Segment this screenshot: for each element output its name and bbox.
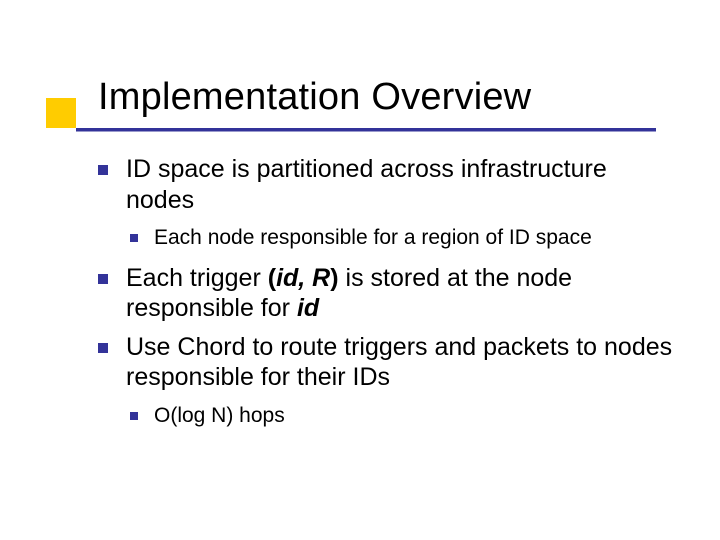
bullet-level1: Use Chord to route triggers and packets … bbox=[98, 332, 674, 393]
bullet-level1: ID space is partitioned across infrastru… bbox=[98, 154, 674, 215]
title-rule-shadow bbox=[76, 131, 656, 132]
square-bullet-icon bbox=[98, 274, 108, 284]
paren-open: ( bbox=[268, 264, 276, 292]
slide-content: ID space is partitioned across infrastru… bbox=[98, 154, 674, 440]
square-bullet-icon bbox=[98, 165, 108, 175]
square-bullet-icon bbox=[130, 412, 138, 420]
paren-close: ) bbox=[330, 264, 338, 292]
square-bullet-icon bbox=[98, 343, 108, 353]
bullet-level2: Each node responsible for a region of ID… bbox=[98, 225, 674, 251]
emphasis-text: id bbox=[297, 294, 319, 322]
bullet-text: Use Chord to route triggers and packets … bbox=[126, 333, 672, 392]
emphasis-text: id, R bbox=[276, 264, 330, 292]
bullet-text: ID space is partitioned across infrastru… bbox=[126, 155, 607, 214]
title-accent-square bbox=[46, 98, 76, 128]
bullet-text: O(log N) hops bbox=[154, 404, 285, 427]
bullet-text: Each node responsible for a region of ID… bbox=[154, 226, 592, 249]
bullet-level1: Each trigger (id, R) is stored at the no… bbox=[98, 263, 674, 324]
bullet-level2: O(log N) hops bbox=[98, 403, 674, 429]
bullet-text-part: Each trigger bbox=[126, 264, 268, 292]
slide: Implementation Overview ID space is part… bbox=[0, 0, 720, 540]
slide-title: Implementation Overview bbox=[98, 76, 531, 119]
square-bullet-icon bbox=[130, 234, 138, 242]
